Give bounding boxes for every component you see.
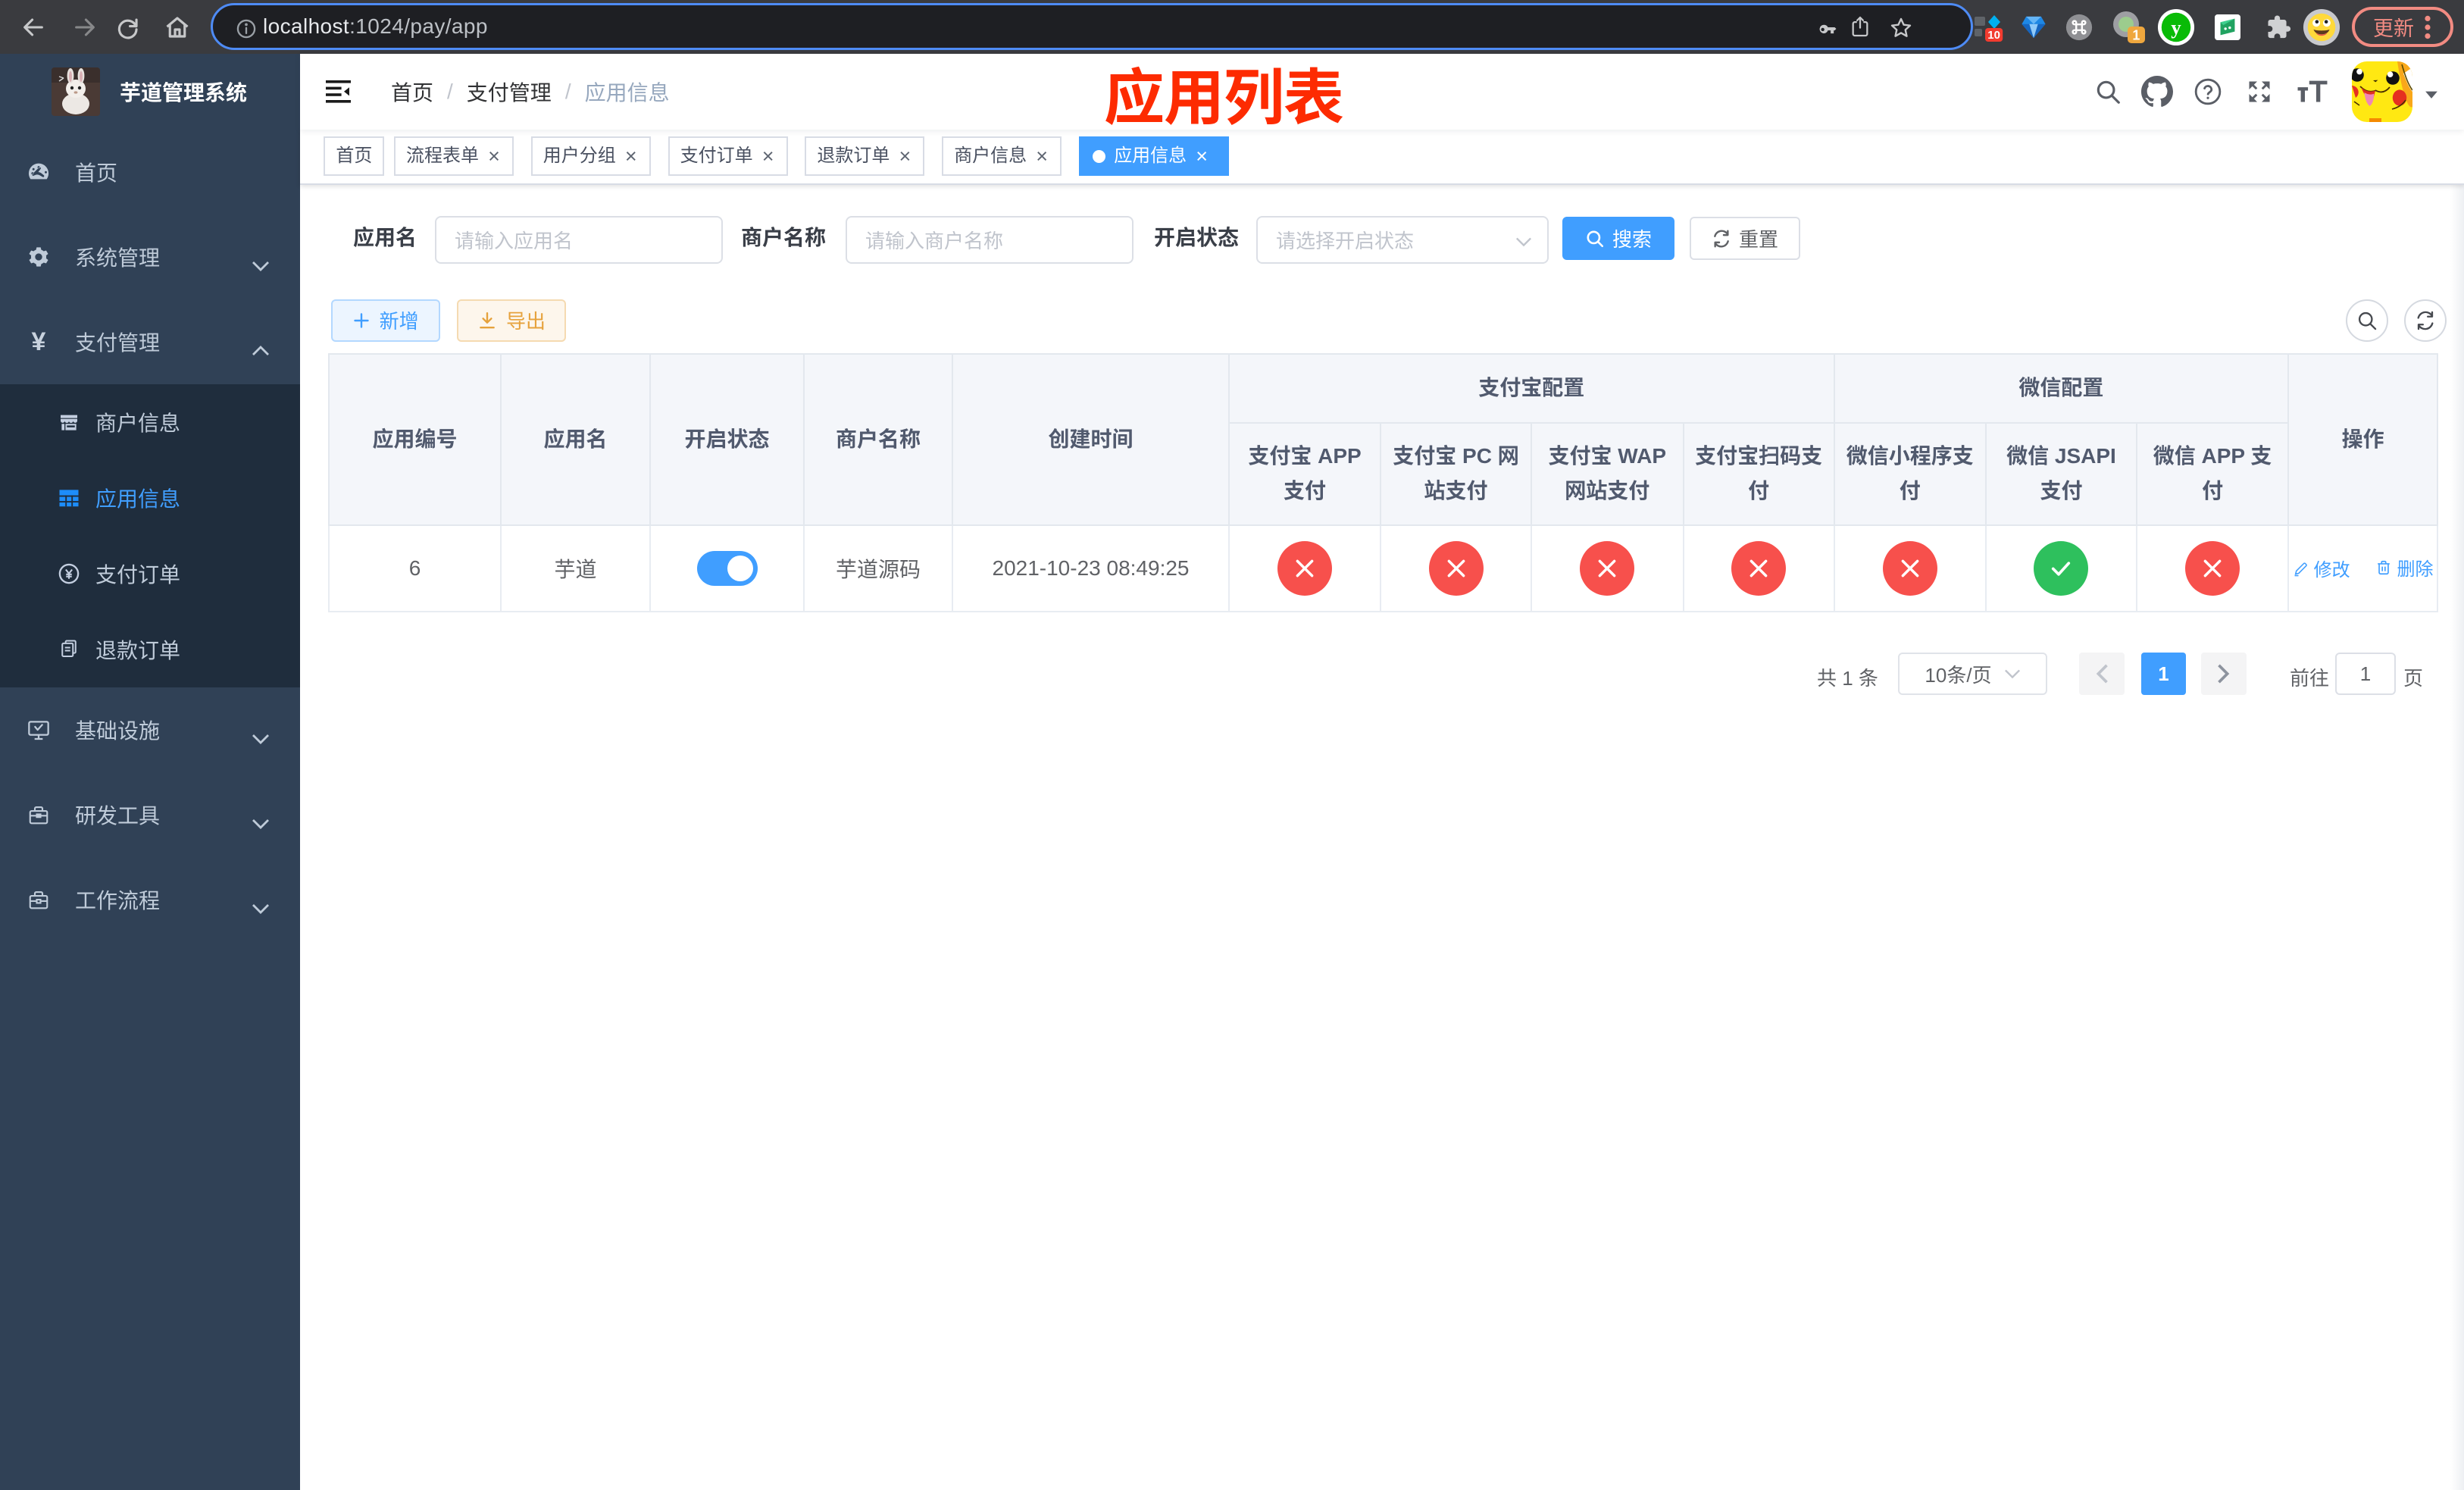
svg-text:y: y <box>2171 16 2181 39</box>
svg-text:1: 1 <box>2132 27 2140 42</box>
svg-text:10: 10 <box>1987 29 2000 42</box>
